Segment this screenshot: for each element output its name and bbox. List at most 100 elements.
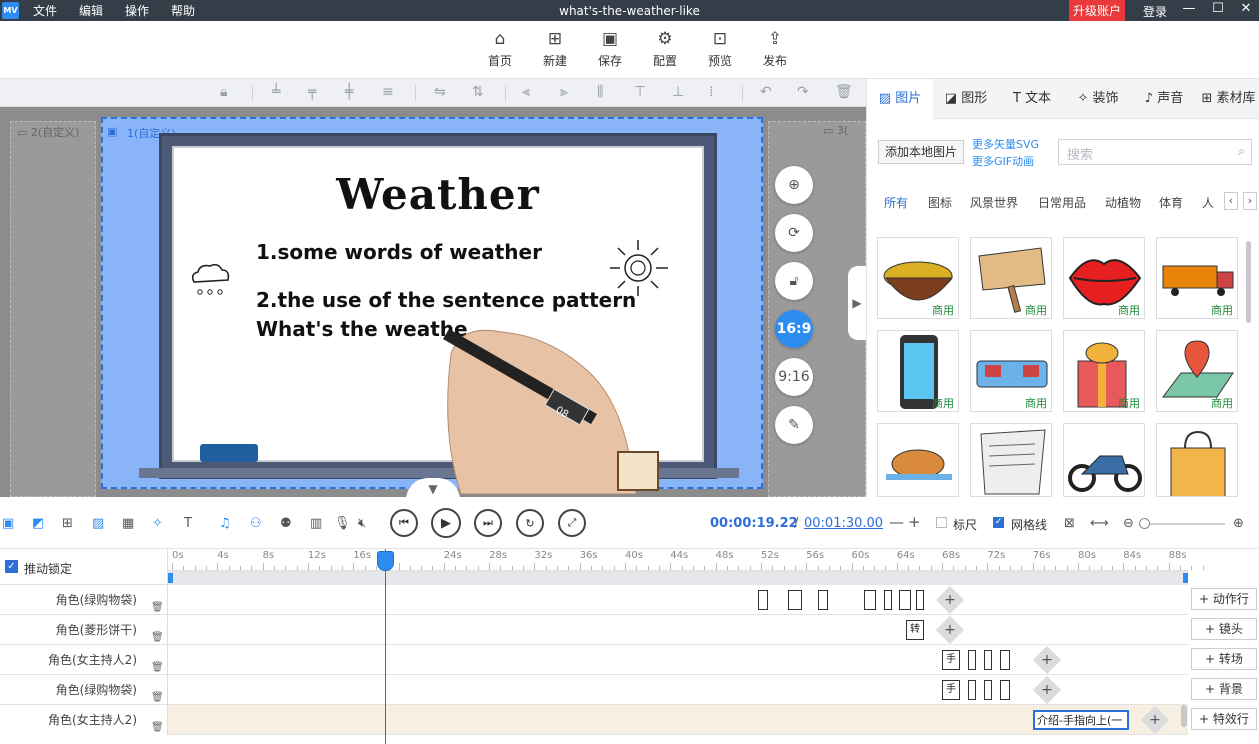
asset-roast-chicken[interactable] — [877, 423, 959, 497]
character-icon[interactable]: ⚇ — [250, 516, 262, 531]
lock-icon[interactable]: 🔒︎ — [220, 84, 227, 100]
action-clip[interactable] — [758, 590, 768, 610]
music-icon[interactable]: ♫ — [219, 516, 231, 531]
align-right-icon[interactable]: ⫸ — [560, 84, 568, 100]
image-track-icon[interactable]: ◩ — [32, 516, 44, 531]
add-action-button[interactable]: + — [1140, 705, 1170, 735]
asset-gift-box[interactable]: 商用 — [1063, 330, 1145, 412]
action-clip[interactable]: 手 — [942, 680, 960, 700]
align-middle-icon[interactable]: ╪ — [345, 84, 353, 100]
ratio-9-16-button[interactable]: 9:16 — [775, 358, 813, 396]
preview-button[interactable]: ⊡ 预览 — [700, 28, 740, 69]
menu-operate[interactable]: 操作 — [125, 2, 149, 19]
login-button[interactable]: 登录 — [1143, 3, 1167, 20]
action-clip[interactable] — [864, 590, 876, 610]
action-clip[interactable]: 手 — [942, 650, 960, 670]
action-clip[interactable] — [884, 590, 892, 610]
effect-icon[interactable]: ✧ — [152, 516, 163, 531]
timeline-scrollbar[interactable] — [168, 571, 1188, 585]
category-daily[interactable]: 日常用品 — [1038, 194, 1086, 211]
menu-help[interactable]: 帮助 — [171, 2, 195, 19]
scene-frame-1[interactable]: ▣ 1(自定义) Weather 1.some words of weather … — [101, 117, 763, 494]
asset-shopping-bag[interactable] — [1156, 423, 1238, 497]
zoom-slider[interactable] — [1145, 523, 1225, 525]
align-center-v-icon[interactable]: ╧ — [272, 84, 280, 100]
undo-icon[interactable]: ↶ — [760, 84, 772, 100]
minus-icon[interactable]: — — [889, 513, 904, 531]
clear-icon[interactable]: ⊠ — [1064, 516, 1075, 531]
category-icons[interactable]: 图标 — [928, 194, 952, 211]
category-all[interactable]: 所有 — [884, 194, 908, 211]
track-row[interactable]: 角色(菱形饼干) 🗑︎ 转 + — [0, 615, 1188, 645]
action-clip[interactable] — [984, 650, 992, 670]
book-stack[interactable] — [617, 451, 659, 491]
maximize-icon[interactable]: ☐ — [1208, 1, 1228, 16]
asset-search-input[interactable]: 搜索 ⌕ — [1058, 139, 1252, 165]
asset-motorcycle[interactable] — [1063, 423, 1145, 497]
track-row-selected[interactable]: 角色(女主持人2) 🗑︎ 介绍-手指向上(一 + — [0, 705, 1188, 735]
action-clip[interactable] — [984, 680, 992, 700]
more-gif-link[interactable]: 更多GIF动画 — [972, 153, 1034, 169]
category-sports[interactable]: 体育 — [1159, 194, 1183, 211]
action-clip[interactable] — [968, 680, 976, 700]
mask-icon[interactable]: ▦ — [122, 516, 134, 531]
action-clip[interactable] — [788, 590, 802, 610]
add-action-button[interactable]: + — [935, 615, 965, 645]
microphone-icon[interactable]: 🎙︎ — [334, 516, 351, 531]
tab-shapes[interactable]: ◪ 图形 — [933, 79, 999, 119]
asset-phone[interactable]: 商用 — [877, 330, 959, 412]
action-clip[interactable] — [968, 650, 976, 670]
tab-images[interactable]: ▨ 图片 — [867, 79, 933, 119]
tab-library[interactable]: ⊞ 素材库 — [1197, 79, 1259, 119]
text-track-icon[interactable]: T — [184, 516, 192, 531]
total-time[interactable]: 00:01:30.00 — [804, 516, 883, 531]
rotate-button[interactable]: ⟳ — [775, 214, 813, 252]
distribute-h-icon[interactable]: ⫼ — [597, 84, 603, 100]
redo-icon[interactable]: ↷ — [797, 84, 809, 100]
action-clip[interactable] — [1000, 680, 1010, 700]
ratio-16-9-button[interactable]: 16:9 — [775, 310, 813, 348]
align-bottom-icon[interactable]: ≡ — [382, 84, 394, 100]
zoom-in-icon[interactable]: ⊕ — [1233, 516, 1244, 531]
close-icon[interactable]: ✕ — [1236, 1, 1256, 16]
track-row[interactable]: 角色(绿购物袋) 🗑︎ 手 + — [0, 675, 1188, 705]
lock-checkbox[interactable]: ✓ — [5, 560, 18, 573]
category-people[interactable]: 人 — [1202, 194, 1214, 211]
skip-forward-button[interactable]: ⏭ — [474, 509, 502, 537]
mute-icon[interactable]: 🔇︎ — [358, 516, 366, 531]
skip-back-button[interactable]: ⏮ — [390, 509, 418, 537]
asset-scrollbar[interactable] — [1246, 241, 1251, 323]
upgrade-button[interactable]: 升级账户 — [1069, 0, 1126, 21]
category-animals[interactable]: 动植物 — [1105, 194, 1141, 211]
camera-track-icon[interactable]: ▣ — [2, 516, 14, 531]
audio-wave-icon[interactable]: ▥ — [310, 516, 322, 531]
add-scene-icon[interactable]: ⊞ — [62, 516, 73, 531]
asset-wooden-sign[interactable]: 商用 — [970, 237, 1052, 319]
align-top-edge-icon[interactable]: ⊤ — [634, 84, 646, 100]
tab-decor[interactable]: ✧ 装饰 — [1065, 79, 1131, 119]
asset-truck[interactable]: 商用 — [1156, 237, 1238, 319]
asset-red-lips[interactable]: 商用 — [1063, 237, 1145, 319]
add-action-button[interactable]: + — [935, 585, 965, 615]
track-row[interactable]: 角色(绿购物袋) 🗑︎ + — [0, 585, 1188, 615]
trash-icon[interactable]: 🗑︎ — [151, 713, 164, 743]
ruler-checkbox[interactable] — [936, 517, 947, 528]
add-effect-row-button[interactable]: + 特效行 — [1191, 708, 1257, 730]
home-button[interactable]: ⌂ 首页 — [480, 28, 520, 69]
category-next-icon[interactable]: › — [1243, 192, 1257, 210]
settings-button[interactable]: ⚙ 配置 — [645, 28, 685, 69]
unlock-button[interactable]: 🔓︎ — [775, 262, 813, 300]
action-clip[interactable] — [899, 590, 911, 610]
category-prev-icon[interactable]: ‹ — [1224, 192, 1238, 210]
add-action-button[interactable]: + — [1032, 645, 1062, 675]
align-top-icon[interactable]: ╤ — [308, 84, 316, 100]
person-icon[interactable]: ⚉ — [280, 516, 292, 531]
fullscreen-button[interactable]: ⤢ — [558, 509, 586, 537]
new-button[interactable]: ⊞ 新建 — [535, 28, 575, 69]
menu-file[interactable]: 文件 — [33, 2, 57, 19]
canvas-area[interactable]: ▭ 2(自定义) ▭ 3( ▣ 1(自定义) Weather 1.some wor… — [0, 107, 866, 497]
zoom-slider-handle[interactable] — [1139, 518, 1150, 529]
minimize-icon[interactable]: — — [1179, 1, 1199, 16]
zoom-out-icon[interactable]: ⊖ — [1123, 516, 1134, 531]
distribute-v-icon[interactable]: ⁞ — [709, 84, 713, 100]
